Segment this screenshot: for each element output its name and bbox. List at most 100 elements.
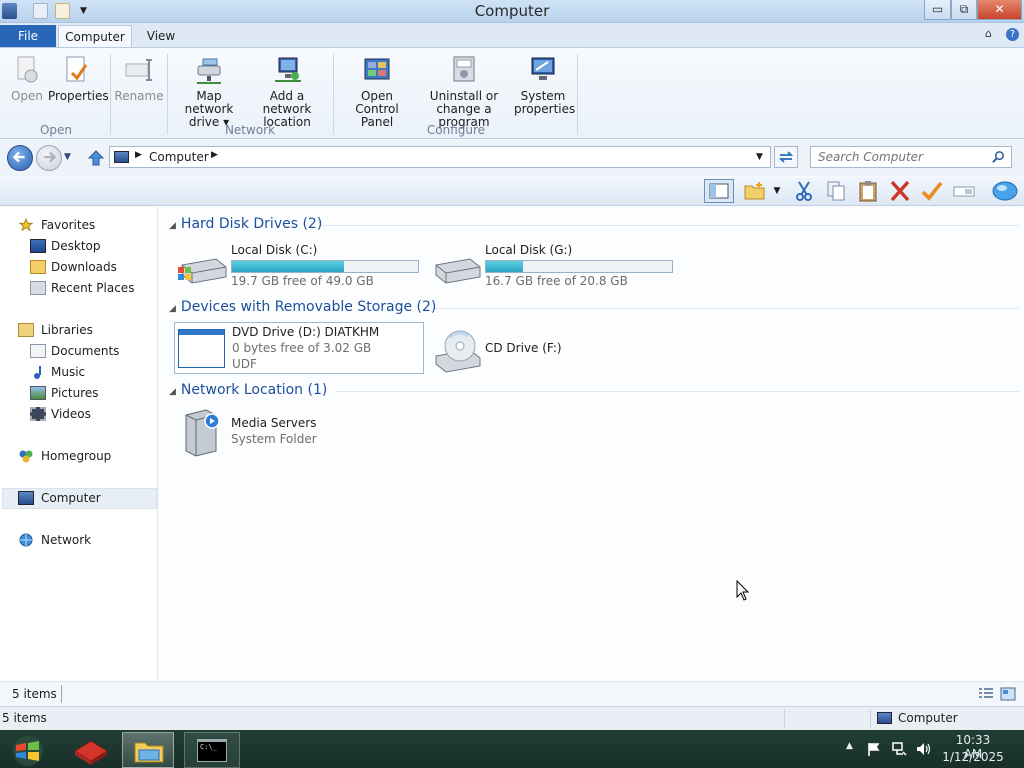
hard-drive-windows-icon (178, 258, 227, 284)
delete-button[interactable] (887, 179, 913, 203)
group-divider (321, 225, 1019, 226)
hard-drive-icon (435, 258, 481, 284)
status-divider (61, 685, 62, 703)
group-header-hard-disk[interactable]: ◢ Hard Disk Drives (2) (169, 216, 322, 232)
copy-button[interactable] (823, 179, 849, 203)
cut-button[interactable] (791, 179, 817, 203)
paste-button[interactable] (855, 179, 881, 203)
collapse-triangle-icon[interactable]: ◢ (169, 304, 176, 314)
title-bar: ▼ Computer ▭ ⧉ ✕ (0, 0, 1024, 23)
drive-c[interactable]: Local Disk (C:) 19.7 GB free of 49.0 GB (174, 243, 424, 293)
breadcrumb-separator-icon[interactable]: ▶ (135, 150, 142, 160)
taskbar-app-red[interactable] (64, 732, 116, 768)
new-folder-dropdown-icon[interactable]: ▼ (770, 179, 784, 203)
rename-command-button[interactable] (951, 179, 977, 203)
new-folder-button[interactable] (742, 179, 768, 203)
drive-d[interactable]: DVD Drive (D:) DIATKHM 0 bytes free of 3… (174, 322, 424, 374)
details-divider (870, 709, 871, 728)
rename-button[interactable]: Rename (114, 54, 164, 103)
cut-icon (796, 181, 812, 201)
open-button[interactable]: Open (8, 54, 46, 103)
minimize-button[interactable]: ▭ (924, 0, 951, 20)
breadcrumb-next-icon[interactable]: ▶ (211, 150, 218, 160)
up-arrow-icon[interactable] (86, 148, 106, 168)
nav-label-libraries: Libraries (41, 323, 93, 337)
group-header-network[interactable]: ◢ Network Location (1) (169, 382, 327, 398)
system-properties-button[interactable]: System properties (514, 54, 576, 116)
taskbar-command-prompt[interactable]: C:\_ (184, 732, 240, 768)
search-box[interactable] (810, 146, 1012, 168)
tab-computer[interactable]: Computer (58, 25, 132, 47)
drive-g-free-space: 16.7 GB free of 20.8 GB (485, 274, 628, 288)
taskbar-file-explorer[interactable] (122, 732, 174, 768)
videos-icon (30, 407, 46, 421)
collapse-triangle-icon[interactable]: ◢ (169, 221, 176, 231)
open-control-panel-button[interactable]: Open Control Panel (338, 54, 416, 129)
preview-pane-button[interactable] (704, 179, 734, 203)
back-arrow-icon (12, 151, 25, 163)
drive-g[interactable]: Local Disk (G:) 16.7 GB free of 20.8 GB (428, 243, 678, 293)
large-icons-view-icon[interactable] (1000, 687, 1016, 701)
group-header-removable[interactable]: ◢ Devices with Removable Storage (2) (169, 299, 436, 315)
map-network-drive-button[interactable]: Map network drive ▾ (172, 54, 246, 129)
search-icon[interactable] (991, 150, 1006, 165)
nav-label-network: Network (41, 533, 92, 547)
star-icon (18, 218, 34, 232)
red-box-app-icon (74, 740, 108, 765)
drive-f[interactable]: CD Drive (F:) (428, 324, 678, 374)
media-servers[interactable]: Media Servers System Folder (174, 407, 424, 459)
refresh-button[interactable] (774, 146, 798, 168)
properties-label: Properties (48, 89, 109, 103)
new-folder-icon (744, 182, 765, 200)
tab-view[interactable]: View (140, 25, 182, 47)
breadcrumb-computer[interactable]: Computer (149, 150, 209, 164)
address-field[interactable]: ▶ Computer ▶ ▼ (109, 146, 771, 168)
drive-c-usage-bar (231, 260, 419, 273)
drive-g-usage-fill (486, 261, 524, 272)
maximize-button[interactable]: ⧉ (951, 0, 977, 20)
search-input[interactable] (818, 147, 988, 167)
recent-locations-chevron-icon[interactable]: ▼ (64, 152, 71, 162)
uninstall-program-icon (453, 56, 475, 82)
show-hidden-icons-chevron-icon[interactable]: ▲ (846, 741, 853, 751)
preview-pane-icon (709, 183, 729, 199)
properties-button[interactable]: Properties (48, 54, 109, 103)
network-header-label: Network Location (1) (180, 382, 328, 398)
nav-label-documents: Documents (51, 344, 120, 358)
ribbon-separator (110, 54, 111, 134)
volume-icon[interactable] (915, 741, 931, 757)
uninstall-program-button[interactable]: Uninstall or change a program (416, 54, 512, 129)
network-tray-icon[interactable] (891, 741, 907, 757)
online-help-button[interactable] (990, 179, 1020, 203)
minimize-ribbon-icon[interactable]: ⌂ (985, 27, 992, 40)
details-view-icon[interactable] (978, 687, 994, 701)
group-label-open: Open (39, 123, 73, 137)
collapse-triangle-icon[interactable]: ◢ (169, 387, 176, 397)
address-dropdown-icon[interactable]: ▼ (756, 152, 763, 162)
command-prompt-icon: C:\_ (197, 739, 227, 762)
drive-g-name: Local Disk (G:) (485, 243, 573, 257)
clock-date[interactable]: 1/12/2025 (942, 750, 1004, 764)
start-button[interactable] (2, 732, 52, 768)
add-network-location-button[interactable]: Add a network location (247, 54, 327, 129)
system-properties-label-2: properties (514, 102, 576, 116)
refresh-icon (778, 151, 794, 163)
close-button[interactable]: ✕ (977, 0, 1022, 20)
group-label-configure: Configure (426, 123, 486, 137)
drive-d-name: DVD Drive (D:) DIATKHM (232, 325, 380, 339)
details-item-count: 5 items (2, 711, 47, 725)
drive-c-name: Local Disk (C:) (231, 243, 318, 257)
help-icon[interactable]: ? (1006, 28, 1019, 41)
back-button[interactable] (7, 145, 33, 171)
nav-label-desktop: Desktop (51, 239, 101, 253)
system-properties-icon (531, 57, 555, 80)
nav-label-videos: Videos (51, 407, 91, 421)
file-explorer-icon (134, 742, 164, 763)
properties-command-button[interactable] (919, 179, 945, 203)
action-center-flag-icon[interactable] (866, 741, 882, 757)
ribbon-separator (333, 54, 334, 134)
copy-icon (827, 181, 845, 201)
forward-button[interactable] (36, 145, 62, 171)
system-properties-label-1: System (520, 89, 566, 103)
tab-file[interactable]: File (0, 25, 56, 47)
